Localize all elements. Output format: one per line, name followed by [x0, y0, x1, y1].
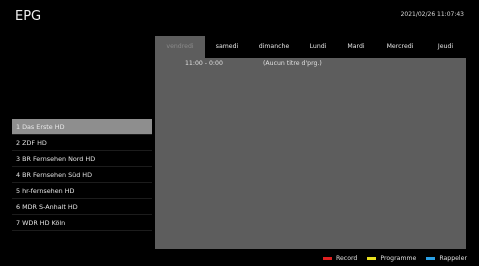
- program-grid: 11:00 - 0:00 (Aucun titre d'prg.): [155, 58, 466, 249]
- channel-item-br-sued[interactable]: 4 BR Fernsehen Süd HD: [12, 167, 152, 183]
- channel-item-das-erste[interactable]: 1 Das Erste HD: [12, 119, 152, 135]
- rappeler-label: Rappeler: [439, 254, 467, 262]
- programme-hint[interactable]: Programme: [367, 255, 416, 262]
- record-hint[interactable]: Record: [322, 254, 358, 262]
- epg-screen: EPG 2021/02/26 11:07:43 1 Das Erste HD 2…: [0, 0, 479, 266]
- tab-lundi[interactable]: Lundi: [299, 36, 337, 58]
- rappeler-hint[interactable]: Rappeler: [426, 255, 467, 262]
- tab-samedi[interactable]: samedi: [205, 36, 249, 58]
- tab-dimanche[interactable]: dimanche: [249, 36, 299, 58]
- record-label: Record: [335, 254, 358, 262]
- datetime-display: 2021/02/26 11:07:43: [400, 11, 464, 18]
- channel-item-br-nord[interactable]: 3 BR Fernsehen Nord HD: [12, 151, 152, 167]
- programme-label: Programme: [380, 254, 417, 262]
- tab-jeudi[interactable]: Jeudi: [425, 36, 466, 58]
- color-key-legend: Record Programme Rappeler: [322, 252, 467, 264]
- program-row[interactable]: 11:00 - 0:00 (Aucun titre d'prg.): [155, 60, 466, 72]
- channel-item-mdr[interactable]: 6 MDR S-Anhalt HD: [12, 199, 152, 215]
- tab-mercredi[interactable]: Mercredi: [375, 36, 425, 58]
- yellow-key-icon: [367, 256, 377, 260]
- day-tabs: vendredi samedi dimanche Lundi Mardi Mer…: [155, 36, 466, 58]
- channel-item-wdr[interactable]: 7 WDR HD Köln: [12, 215, 152, 231]
- program-time: 11:00 - 0:00: [185, 60, 223, 67]
- channel-list: 1 Das Erste HD 2 ZDF HD 3 BR Fernsehen N…: [12, 119, 152, 231]
- channel-item-hr[interactable]: 5 hr-fernsehen HD: [12, 183, 152, 199]
- channel-item-zdf[interactable]: 2 ZDF HD: [12, 135, 152, 151]
- tab-mardi[interactable]: Mardi: [337, 36, 375, 58]
- page-title: EPG: [15, 9, 42, 24]
- red-key-icon: [322, 256, 332, 260]
- program-title: (Aucun titre d'prg.): [263, 60, 322, 67]
- tab-vendredi[interactable]: vendredi: [155, 36, 205, 58]
- blue-key-icon: [426, 256, 436, 260]
